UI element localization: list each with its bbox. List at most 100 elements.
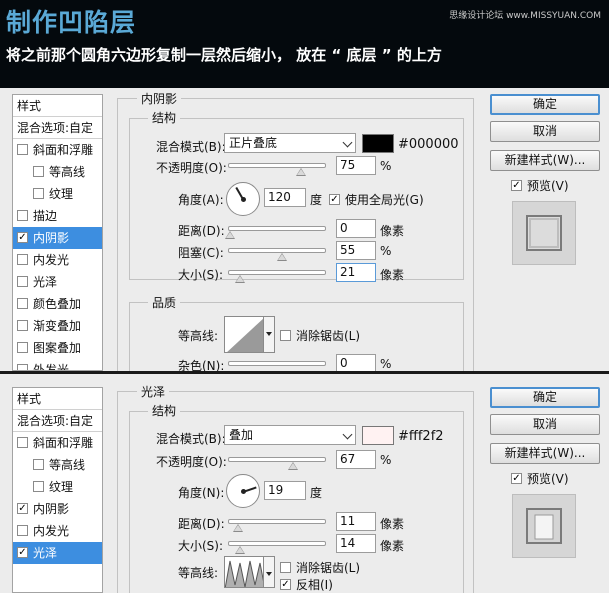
style-preview [512, 494, 576, 558]
checkbox-checked[interactable]: ✓ [329, 194, 340, 205]
checkbox[interactable] [17, 144, 28, 155]
checkbox[interactable] [280, 330, 291, 341]
distance-input[interactable]: 11 [336, 512, 376, 531]
opacity-input[interactable]: 75 [336, 156, 376, 175]
opacity-slider[interactable] [228, 163, 326, 168]
new-style-button[interactable]: 新建样式(W)... [490, 150, 600, 171]
choke-input[interactable]: 55 [336, 241, 376, 260]
style-item-satin[interactable]: ✓ 光泽 [13, 542, 102, 564]
ok-button[interactable]: 确定 [490, 387, 600, 408]
opacity-slider-thumb[interactable] [296, 168, 306, 176]
style-item-bevel-emboss[interactable]: 斜面和浮雕 [13, 139, 102, 161]
style-item-pattern-overlay[interactable]: 图案叠加 [13, 337, 102, 359]
style-item-label: 纹理 [49, 187, 74, 201]
distance-input[interactable]: 0 [336, 219, 376, 238]
checkbox[interactable] [33, 166, 44, 177]
checkbox[interactable] [33, 188, 44, 199]
checkbox[interactable] [33, 481, 44, 492]
style-item-inner-glow[interactable]: 内发光 [13, 249, 102, 271]
cancel-button[interactable]: 取消 [490, 121, 600, 142]
checkbox[interactable] [17, 525, 28, 536]
checkbox[interactable] [17, 298, 28, 309]
antialias-checkbox[interactable]: 消除锯齿(L) [280, 327, 360, 344]
size-input[interactable]: 14 [336, 534, 376, 553]
chevron-down-icon [342, 429, 353, 440]
size-input[interactable]: 21 [336, 263, 376, 282]
color-swatch[interactable] [362, 426, 394, 445]
checkbox-checked[interactable]: ✓ [17, 232, 28, 243]
checkbox[interactable] [17, 210, 28, 221]
invert-label: 反相(I) [296, 578, 333, 592]
choke-slider-thumb[interactable] [277, 253, 287, 261]
percent-unit: % [380, 453, 392, 467]
style-list-header[interactable]: 样式 [13, 95, 102, 117]
noise-slider[interactable] [228, 361, 326, 366]
distance-slider-thumb[interactable] [233, 524, 243, 532]
layer-style-dialog-inner-shadow: 样式 混合选项:自定 斜面和浮雕 等高线 纹理 描边 ✓ 内阴影 内发光 光泽 颜… [0, 88, 609, 371]
contour-dropdown-arrow[interactable] [264, 556, 275, 588]
style-item-label: 等高线 [49, 165, 86, 179]
checkbox-checked[interactable]: ✓ [511, 180, 522, 191]
style-item-texture[interactable]: 纹理 [13, 183, 102, 205]
preview-checkbox[interactable]: ✓ 预览(V) [511, 470, 569, 487]
checkbox-checked[interactable]: ✓ [280, 579, 291, 590]
cancel-button[interactable]: 取消 [490, 414, 600, 435]
size-slider-thumb[interactable] [235, 275, 245, 283]
style-item-label: 内发光 [33, 253, 70, 267]
opacity-slider-thumb[interactable] [288, 462, 298, 470]
angle-input[interactable]: 120 [264, 188, 306, 207]
contour-dropdown-arrow[interactable] [264, 316, 275, 353]
preview-checkbox[interactable]: ✓ 预览(V) [511, 177, 569, 194]
ok-button[interactable]: 确定 [490, 94, 600, 115]
style-item-inner-shadow[interactable]: ✓ 内阴影 [13, 227, 102, 249]
style-preview [512, 201, 576, 265]
noise-input[interactable]: 0 [336, 354, 376, 371]
angle-dial[interactable] [226, 182, 260, 216]
style-item-outer-glow[interactable]: 外发光 [13, 359, 102, 370]
contour-label: 等高线: [178, 329, 219, 343]
style-item-contour[interactable]: 等高线 [13, 161, 102, 183]
invert-checkbox[interactable]: ✓ 反相(I) [280, 576, 333, 593]
dial-center [241, 489, 246, 494]
size-slider-thumb[interactable] [235, 546, 245, 554]
antialias-checkbox[interactable]: 消除锯齿(L) [280, 559, 360, 576]
contour-picker[interactable] [224, 316, 264, 353]
style-item-gradient-overlay[interactable]: 渐变叠加 [13, 315, 102, 337]
style-item-stroke[interactable]: 描边 [13, 205, 102, 227]
checkbox[interactable] [33, 459, 44, 470]
blend-mode-select[interactable]: 正片叠底 [224, 133, 356, 153]
contour-picker[interactable] [224, 556, 264, 588]
color-swatch[interactable] [362, 134, 394, 153]
style-item-color-overlay[interactable]: 颜色叠加 [13, 293, 102, 315]
style-item-inner-glow[interactable]: 内发光 [13, 520, 102, 542]
distance-slider[interactable] [228, 226, 326, 231]
blend-options-item[interactable]: 混合选项:自定 [13, 410, 102, 432]
checkbox[interactable] [17, 342, 28, 353]
checkbox-checked[interactable]: ✓ [17, 547, 28, 558]
angle-input[interactable]: 19 [264, 481, 306, 500]
blend-options-item[interactable]: 混合选项:自定 [13, 117, 102, 139]
style-item-texture[interactable]: 纹理 [13, 476, 102, 498]
opacity-slider[interactable] [228, 457, 326, 462]
style-item-bevel-emboss[interactable]: 斜面和浮雕 [13, 432, 102, 454]
opacity-input[interactable]: 67 [336, 450, 376, 469]
checkbox-checked[interactable]: ✓ [17, 503, 28, 514]
checkbox[interactable] [17, 276, 28, 287]
style-item-contour[interactable]: 等高线 [13, 454, 102, 476]
distance-slider-thumb[interactable] [225, 231, 235, 239]
style-item-inner-shadow[interactable]: ✓ 内阴影 [13, 498, 102, 520]
blend-mode-select[interactable]: 叠加 [224, 425, 356, 445]
checkbox[interactable] [17, 364, 28, 370]
new-style-button[interactable]: 新建样式(W)... [490, 443, 600, 464]
checkbox[interactable] [17, 254, 28, 265]
checkbox[interactable] [17, 320, 28, 331]
color-hex: #000000 [398, 137, 459, 152]
checkbox-checked[interactable]: ✓ [511, 473, 522, 484]
structure-title: 结构 [148, 109, 181, 126]
angle-dial[interactable] [226, 474, 260, 508]
checkbox[interactable] [280, 562, 291, 573]
style-item-satin[interactable]: 光泽 [13, 271, 102, 293]
checkbox[interactable] [17, 437, 28, 448]
style-list-header[interactable]: 样式 [13, 388, 102, 410]
global-light-checkbox[interactable]: ✓ 使用全局光(G) [329, 191, 424, 208]
